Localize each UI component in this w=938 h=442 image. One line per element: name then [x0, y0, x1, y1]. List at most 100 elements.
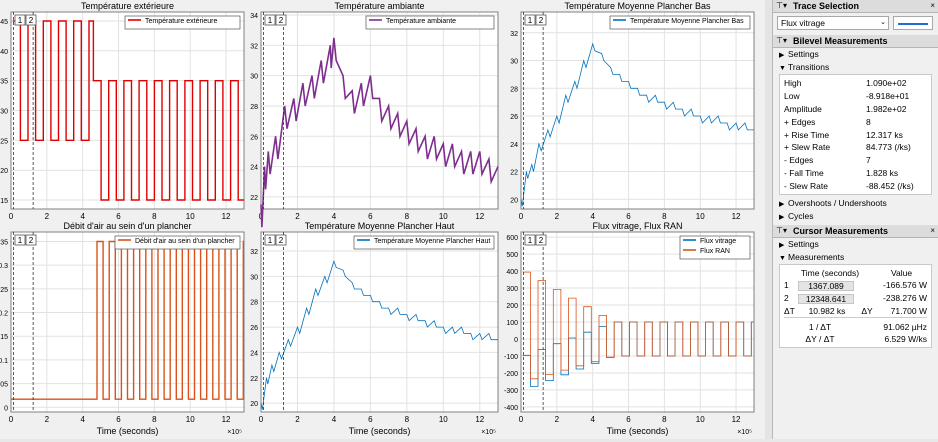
tick-label-x: 12 — [475, 212, 484, 221]
trace-selection-header: ⊤▾ Trace Selection × — [773, 0, 938, 13]
cycles-toggle[interactable]: ▶ Cycles — [773, 210, 938, 223]
plot-title: Débit d'air au sein d'un plancher — [63, 221, 192, 231]
tick-label-y: 0.3 — [0, 263, 8, 270]
tick-label-y: 26 — [250, 134, 258, 141]
trace-select[interactable]: Flux vitrage ⌄ — [777, 16, 889, 30]
plot-svg: 0 2 4 6 8 10 12-400-300-200-100010020030040050… — [504, 231, 755, 436]
tick-label-x: 6 — [368, 415, 373, 424]
tick-label-x: 4 — [80, 415, 85, 424]
tick-label-x: 8 — [152, 415, 157, 424]
expand-down-icon: ▼ — [779, 65, 786, 72]
plot-temperature-plancher-bas[interactable]: Température Moyenne Plancher Bas 0 2 4 6 8 10 1… — [510, 1, 755, 221]
tick-label-y: -400 — [504, 405, 518, 412]
plot-svg: 0 2 4 6 8 10 12202224262830321 2 Température Moy… — [250, 231, 499, 436]
tick-label-y: -100 — [504, 354, 518, 361]
tick-label-x: 12 — [732, 415, 741, 424]
transition-value: 1.828 ks — [866, 167, 899, 178]
bilevel-transitions-toggle[interactable]: ▼ Transitions — [773, 61, 938, 74]
transition-value: 1.090e+02 — [866, 78, 907, 89]
tick-label-x: 10 — [439, 212, 448, 221]
trace-color-swatch[interactable] — [893, 16, 933, 30]
cursor-title: Cursor Measurements — [793, 226, 889, 237]
close-icon[interactable]: × — [930, 0, 935, 12]
tick-label-x: 2 — [45, 212, 50, 221]
cursor-button-label: 2 — [539, 16, 544, 25]
transition-row: + Edges 8 — [784, 115, 927, 128]
expand-right-icon: ▶ — [779, 214, 785, 222]
plot-title: Température extérieure — [80, 1, 175, 11]
tick-label-y: 500 — [506, 252, 518, 259]
tick-label-y: 15 — [0, 198, 8, 205]
tick-label-y: 40 — [0, 49, 8, 56]
tick-label-y: -300 — [504, 388, 518, 395]
tick-label-y: 34 — [250, 13, 258, 20]
cursor-measurements-toggle[interactable]: ▼ Measurements — [773, 251, 938, 264]
tick-label-y: 28 — [250, 104, 258, 111]
tick-label-y: 30 — [250, 74, 258, 81]
tick-label-y: 0 — [514, 337, 518, 344]
transition-key: - Edges — [784, 155, 814, 166]
panel-dock-splitter[interactable] — [765, 0, 772, 439]
tick-label-x: 12 — [222, 212, 231, 221]
tick-label-y: 25 — [0, 138, 8, 145]
tick-label-x: 2 — [555, 212, 560, 221]
plot-flux-vitrage-ran[interactable]: Flux vitrage, Flux RAN 0 2 4 6 8 10 12 -400 -300-… — [504, 221, 755, 436]
bilevel-settings-toggle[interactable]: ▶ Settings — [773, 48, 938, 61]
overshoots-toggle[interactable]: ▶ Overshoots / Undershoots — [773, 197, 938, 210]
tick-label-y: 32 — [250, 43, 258, 50]
tick-label-y: 100 — [506, 320, 518, 327]
cursor1-time[interactable]: 1367.089 — [798, 280, 854, 291]
pin-icon[interactable]: ⊤▾ — [776, 35, 787, 47]
axes-background — [520, 11, 755, 210]
cycles-label: Cycles — [788, 211, 814, 222]
tick-label-y: 300 — [506, 286, 518, 293]
cursor-settings-toggle[interactable]: ▶ Settings — [773, 238, 938, 251]
transition-key: + Rise Time — [784, 129, 830, 140]
tick-label-x: 8 — [662, 212, 667, 221]
plot-temperature-exterieure[interactable]: Température extérieure 0 2 4 6 8 10 12 15 20 25 30 3… — [0, 1, 245, 221]
transition-key: - Slew Rate — [784, 180, 828, 191]
cursor-button-label: 2 — [29, 236, 34, 245]
tick-label-y: 22 — [250, 376, 258, 383]
legend-label: Température Moyenne Plancher Haut — [374, 238, 490, 245]
cursor2-time[interactable]: 12348.641 — [798, 293, 854, 304]
transition-key: + Edges — [784, 116, 816, 127]
tick-label-x: 10 — [186, 212, 195, 221]
transition-row: - Slew Rate -88.452 (/ks) — [784, 179, 927, 192]
plot-temperature-ambiante[interactable]: Température ambiante 0 2 4 6 8 10 12 22 24 26 28 30 3… — [250, 1, 499, 228]
pin-icon[interactable]: ⊤▾ — [776, 0, 787, 12]
trace-select-value: Flux vitrage — [781, 18, 825, 28]
tick-label-x: 4 — [332, 212, 337, 221]
tick-label-x: 0 — [259, 415, 264, 424]
tick-label-y: 400 — [506, 269, 518, 276]
x-axis-label: Time (seconds) — [607, 426, 669, 436]
cursor-button-label: 1 — [18, 16, 23, 25]
tick-label-x: 4 — [590, 212, 595, 221]
tick-label-y: 0 — [4, 405, 8, 412]
plot-debit-air[interactable]: Débit d'air au sein d'un plancher 0 2 4 6 8 10… — [0, 221, 245, 436]
tick-label-y: 600 — [506, 235, 518, 242]
transition-row: High 1.090e+02 — [784, 77, 927, 90]
delta-t-label: ΔT — [784, 306, 795, 317]
tick-label-x: 12 — [475, 415, 484, 424]
close-icon[interactable]: × — [930, 225, 935, 237]
pin-icon[interactable]: ⊤▾ — [776, 225, 787, 237]
tick-label-x: 2 — [295, 415, 300, 424]
plot-temperature-plancher-haut[interactable]: Température Moyenne Plancher Haut 0 2 4 6 8 10… — [250, 221, 499, 436]
cursor-button-label: 1 — [268, 236, 273, 245]
x-axis-exponent: ×10⁵ — [227, 429, 242, 436]
tick-label-x: 8 — [405, 415, 410, 424]
transition-row: + Rise Time 12.317 ks — [784, 128, 927, 141]
plot-svg: 0 2 4 6 8 10 1222242628303234 1 2 Température amb… — [250, 11, 499, 228]
col-time-header: Time (seconds) — [800, 268, 860, 279]
tick-label-y: 30 — [510, 59, 518, 66]
plot-title: Température Moyenne Plancher Bas — [564, 1, 711, 11]
x-axis-label: Time (seconds) — [349, 426, 411, 436]
delta-y-label: ΔY — [861, 306, 873, 317]
tick-label-x: 4 — [590, 415, 595, 424]
bilevel-header: ⊤▾ Bilevel Measurements — [773, 35, 938, 48]
col-value-header: Value — [890, 268, 913, 279]
tick-label-y: 0.1 — [0, 358, 8, 365]
tick-label-x: 6 — [116, 212, 121, 221]
tick-label-x: 6 — [368, 212, 373, 221]
